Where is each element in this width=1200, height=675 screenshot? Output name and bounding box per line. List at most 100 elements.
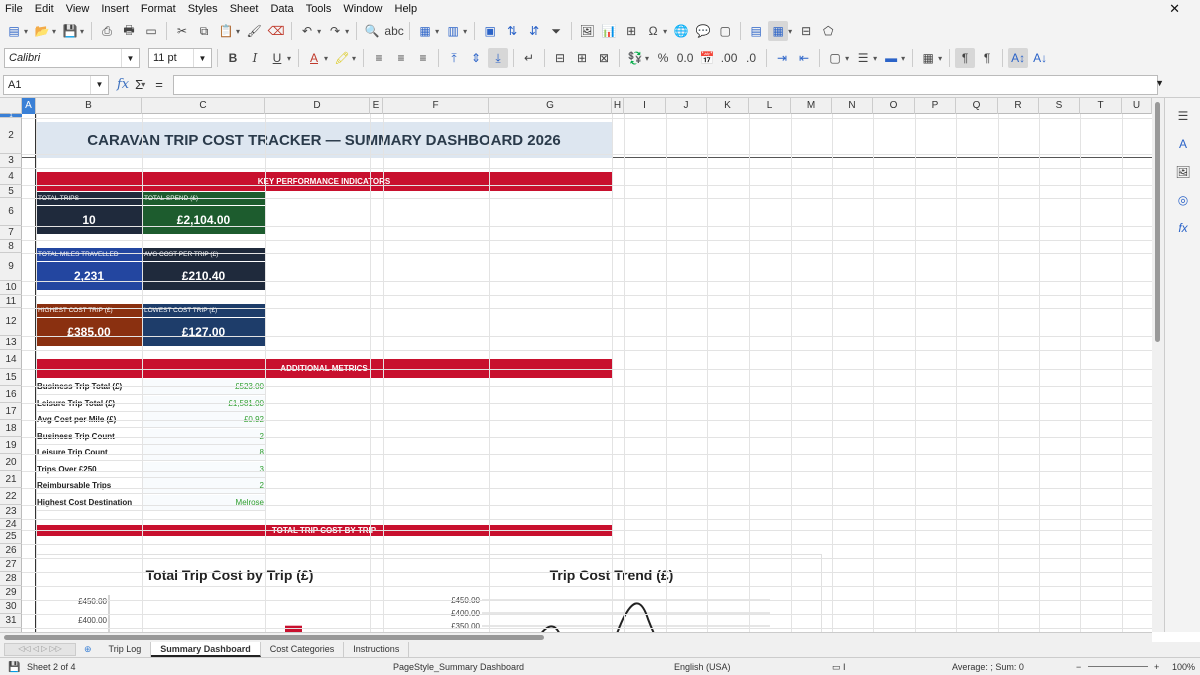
close-document-icon[interactable]: ✕	[1169, 1, 1180, 17]
copy-icon[interactable]: ⧉	[194, 21, 214, 41]
row-header-31[interactable]: 31	[0, 614, 22, 628]
merge-cells-icon[interactable]: ⊞	[572, 48, 592, 68]
left-to-right-icon[interactable]: ¶	[955, 48, 976, 68]
row-header-3[interactable]: 3	[0, 154, 22, 168]
styles-icon[interactable]: A	[1173, 134, 1193, 154]
undo-icon[interactable]: ↶	[297, 21, 317, 41]
row-header-27[interactable]: 27	[0, 558, 22, 572]
conditional-format-icon[interactable]: ▦	[918, 48, 938, 68]
row-header-7[interactable]: 7	[0, 226, 22, 240]
text-horizontal-icon[interactable]: A↕	[1008, 48, 1029, 68]
row-icon[interactable]: ▦	[415, 21, 435, 41]
bar-chart[interactable]: Total Trip Cost by Trip (£) £450.00 £400.…	[36, 554, 422, 632]
menu-styles[interactable]: Styles	[188, 3, 218, 15]
row-header-10[interactable]: 10	[0, 281, 22, 295]
row-header-25[interactable]: 25	[0, 530, 22, 544]
split-window-icon[interactable]: ⊟	[796, 21, 816, 41]
tab-navigation-buttons[interactable]: ◁◁ ◁ ▷ ▷▷	[4, 643, 76, 656]
formula-icon[interactable]: =	[155, 77, 163, 92]
spreadsheet-grid[interactable]: ABCDEFGHIJKLMNOPQRSTU 1 2 3 4 5 6 7 8 9 10 11 12 13 1…	[0, 98, 1152, 632]
menu-edit[interactable]: Edit	[35, 3, 54, 15]
sort-descending-icon[interactable]: ⇵	[524, 21, 544, 41]
column-header-d[interactable]: D	[265, 98, 370, 114]
chevron-down-icon[interactable]: ▼	[193, 49, 211, 67]
properties-icon[interactable]: ☰	[1173, 106, 1193, 126]
align-top-icon[interactable]: ⤒	[444, 48, 464, 68]
row-header-17[interactable]: 17	[0, 403, 22, 420]
row-header-23[interactable]: 23	[0, 505, 22, 519]
column-header-m[interactable]: M	[791, 98, 832, 114]
chevron-down-icon[interactable]: ▼	[90, 75, 108, 94]
row-header-5[interactable]: 5	[0, 185, 22, 198]
zoom-in-icon[interactable]: +	[1154, 662, 1159, 672]
column-header-q[interactable]: Q	[956, 98, 998, 114]
menu-window[interactable]: Window	[343, 3, 382, 15]
add-sheet-icon[interactable]: ⊕	[84, 644, 92, 655]
insert-image-icon[interactable]: 🖼	[577, 21, 597, 41]
column-header-j[interactable]: J	[666, 98, 707, 114]
add-decimal-icon[interactable]: .00	[719, 48, 739, 68]
column-header-l[interactable]: L	[749, 98, 791, 114]
open-folder-icon[interactable]: 📂	[32, 21, 52, 41]
autofilter-icon[interactable]: ⏷	[546, 21, 566, 41]
italic-icon[interactable]: I	[245, 48, 265, 68]
headers-icon[interactable]: ▣	[480, 21, 500, 41]
unmerge-cells-icon[interactable]: ⊠	[594, 48, 614, 68]
find-replace-icon[interactable]: 🔍	[362, 21, 382, 41]
menu-insert[interactable]: Insert	[101, 3, 129, 15]
sort-ascending-icon[interactable]: ⇅	[502, 21, 522, 41]
expand-formula-bar-icon[interactable]: ▼	[1155, 78, 1164, 88]
selection-mode-icon[interactable]: ▭ I	[832, 662, 846, 673]
column-header-h[interactable]: H	[612, 98, 624, 114]
row-header-13[interactable]: 13	[0, 336, 22, 350]
column-header-g[interactable]: G	[489, 98, 612, 114]
align-center-icon[interactable]: ≡	[391, 48, 411, 68]
save-icon[interactable]: 💾	[60, 21, 80, 41]
redo-icon[interactable]: ↷	[325, 21, 345, 41]
new-document-icon[interactable]: ▤	[4, 21, 24, 41]
column-header-t[interactable]: T	[1080, 98, 1122, 114]
spellcheck-icon[interactable]: abc	[384, 21, 404, 41]
row-header-22[interactable]: 22	[0, 488, 22, 505]
row-header-30[interactable]: 30	[0, 600, 22, 614]
export-pdf-icon[interactable]: ⎙	[97, 21, 117, 41]
cut-icon[interactable]: ✂	[172, 21, 192, 41]
row-header-29[interactable]: 29	[0, 586, 22, 600]
column-header-c[interactable]: C	[142, 98, 265, 114]
vertical-scrollbar[interactable]	[1152, 98, 1164, 632]
paste-icon[interactable]: 📋	[216, 21, 236, 41]
text-vertical-icon[interactable]: A↓	[1030, 48, 1050, 68]
bold-icon[interactable]: B	[223, 48, 243, 68]
column-header-k[interactable]: K	[707, 98, 749, 114]
currency-format-icon[interactable]: 💱	[625, 48, 645, 68]
formula-input[interactable]	[173, 75, 1158, 95]
menu-view[interactable]: View	[66, 3, 90, 15]
row-header-6[interactable]: 6	[0, 198, 22, 226]
merge-center-icon[interactable]: ⊟	[550, 48, 570, 68]
font-size-combo[interactable]: 11 pt ▼	[148, 48, 212, 68]
navigator-icon[interactable]: ◎	[1173, 190, 1193, 210]
define-print-area-icon[interactable]: ▤	[746, 21, 766, 41]
increase-indent-icon[interactable]: ⇥	[772, 48, 792, 68]
border-style-icon[interactable]: ☰	[853, 48, 873, 68]
row-header-28[interactable]: 28	[0, 572, 22, 586]
delete-decimal-icon[interactable]: .0	[741, 48, 761, 68]
gallery-icon[interactable]: 🖼	[1173, 162, 1193, 182]
row-header-19[interactable]: 19	[0, 437, 22, 454]
pivot-table-icon[interactable]: ⊞	[621, 21, 641, 41]
menu-tools[interactable]: Tools	[306, 3, 332, 15]
row-header-14[interactable]: 14	[0, 350, 22, 369]
tab-cost-categories[interactable]: Cost Categories	[261, 642, 345, 657]
borders-icon[interactable]: ▢	[825, 48, 845, 68]
functions-icon[interactable]: fx	[1173, 218, 1193, 238]
highlight-color-icon[interactable]: 🖍	[332, 48, 352, 68]
row-header-2[interactable]: 2	[0, 118, 22, 154]
number-format-icon[interactable]: 0.0	[675, 48, 695, 68]
column-header-n[interactable]: N	[832, 98, 873, 114]
percent-format-icon[interactable]: %	[653, 48, 673, 68]
menu-help[interactable]: Help	[395, 3, 418, 15]
zoom-slider[interactable]	[1088, 666, 1148, 667]
menu-data[interactable]: Data	[270, 3, 293, 15]
print-preview-icon[interactable]: ▭	[141, 21, 161, 41]
row-header-15[interactable]: 15	[0, 369, 22, 386]
